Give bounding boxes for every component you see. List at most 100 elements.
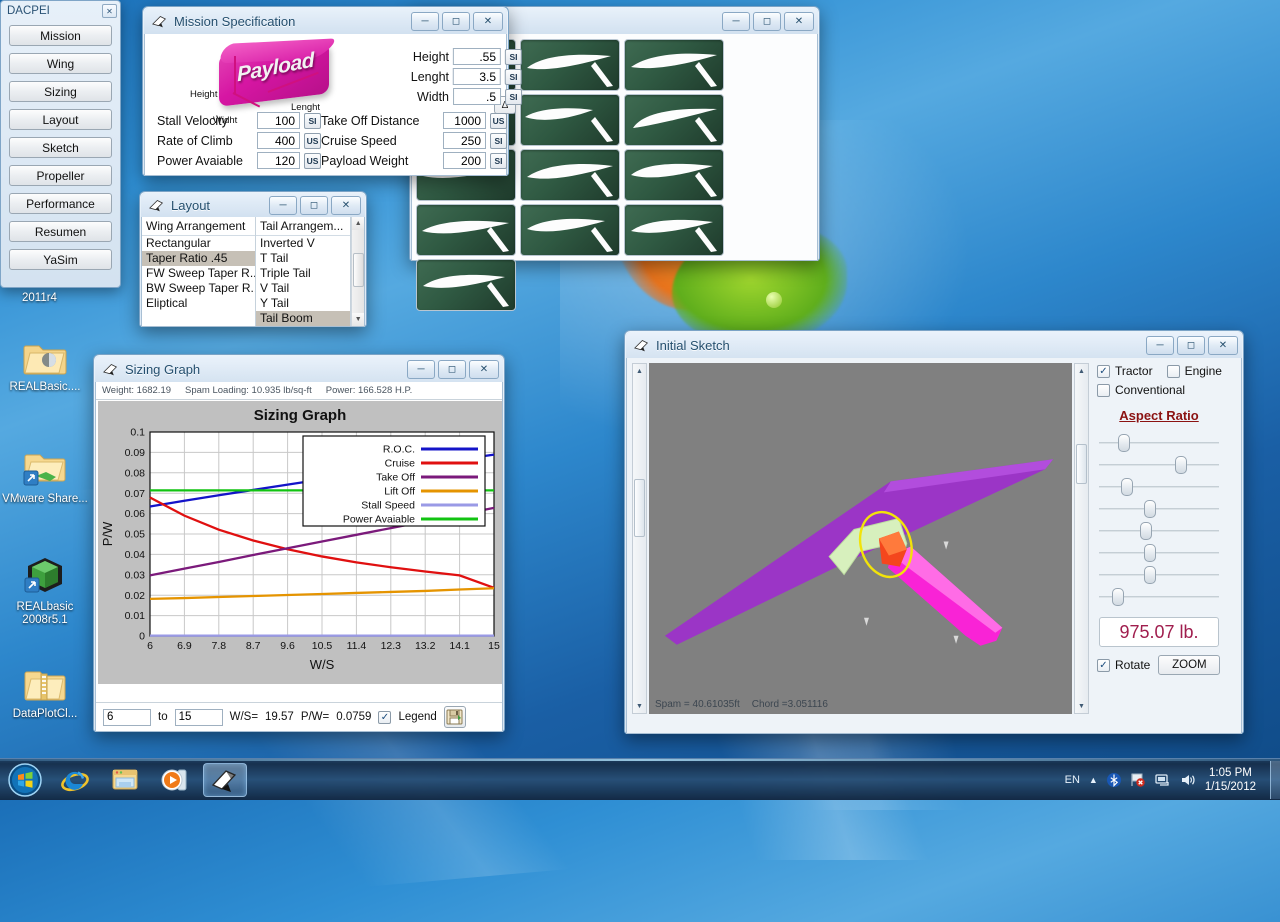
stall-velocity-input[interactable] bbox=[257, 112, 300, 129]
scroll-up-icon[interactable]: ▲ bbox=[1075, 364, 1088, 378]
checkbox-tractor[interactable]: ✓ Tractor bbox=[1097, 364, 1153, 378]
menu-button-sizing[interactable]: Sizing bbox=[9, 81, 112, 102]
layout-scrollbar[interactable]: ▲ ▼ bbox=[351, 217, 364, 326]
power-avaiable-input[interactable] bbox=[257, 152, 300, 169]
sizing-footer[interactable]: to W/S= 19.57 P/W= 0.0759 ✓ Legend bbox=[96, 702, 502, 731]
field-row-rate-of-climb[interactable]: Rate of Climb US bbox=[157, 132, 321, 149]
menu-button-layout[interactable]: Layout bbox=[9, 109, 112, 130]
slider-knob[interactable] bbox=[1118, 434, 1130, 452]
slider-track[interactable] bbox=[1099, 530, 1219, 532]
airfoil-tile[interactable] bbox=[520, 39, 620, 91]
list-item[interactable]: Eliptical bbox=[142, 296, 255, 311]
menu-button-mission[interactable]: Mission bbox=[9, 25, 112, 46]
cruise-speed-input[interactable] bbox=[443, 132, 486, 149]
list-item[interactable]: BW Sweep Taper R... bbox=[142, 281, 255, 296]
list-item[interactable]: T Tail bbox=[256, 251, 350, 266]
unit-toggle[interactable]: SI bbox=[490, 153, 507, 169]
system-tray[interactable]: EN ▲ 1:05 PM 1/15/2012 bbox=[1065, 766, 1264, 794]
menu-button-sketch[interactable]: Sketch bbox=[9, 137, 112, 158]
taskbar-item-dacpei[interactable] bbox=[203, 763, 247, 797]
tray-language[interactable]: EN bbox=[1065, 774, 1080, 786]
aspect-ratio-slider[interactable] bbox=[1097, 586, 1221, 608]
menu-button-propeller[interactable]: Propeller bbox=[9, 165, 112, 186]
taskbar-clock[interactable]: 1:05 PM 1/15/2012 bbox=[1205, 766, 1256, 794]
airfoil-tile[interactable] bbox=[624, 39, 724, 91]
close-icon[interactable]: ✕ bbox=[102, 4, 117, 18]
unit-toggle[interactable]: SI bbox=[490, 133, 507, 149]
taskbar-item-internet-explorer[interactable] bbox=[53, 763, 97, 797]
take-off-distance-input[interactable] bbox=[443, 112, 486, 129]
list-item[interactable]: Taper Ratio .45 bbox=[142, 251, 255, 266]
aspect-ratio-slider[interactable] bbox=[1097, 520, 1221, 542]
layout-window[interactable]: Layout ─ ◻ ✕ Wing Arrangement Rectangula… bbox=[139, 191, 367, 327]
list-item[interactable]: V Tail bbox=[256, 281, 350, 296]
menu-button-performance[interactable]: Performance bbox=[9, 193, 112, 214]
list-item[interactable]: FW Sweep Taper R... bbox=[142, 266, 255, 281]
sketch-window-buttons[interactable]: ─ ◻ ✕ bbox=[1146, 336, 1238, 355]
unit-toggle[interactable]: SI bbox=[505, 49, 522, 65]
field-row-power-avaiable[interactable]: Power Avaiable US bbox=[157, 152, 321, 169]
sizing-window-buttons[interactable]: ─ ◻ ✕ bbox=[407, 360, 499, 379]
taskbar-item-windows-explorer[interactable] bbox=[103, 763, 147, 797]
scrollbar-thumb[interactable] bbox=[353, 253, 364, 287]
desktop-icon-realbasic-folder[interactable]: REALBasic.... bbox=[0, 328, 90, 394]
checkbox-box[interactable]: ✓ bbox=[1097, 659, 1110, 672]
maximize-icon[interactable]: ◻ bbox=[438, 360, 466, 379]
checkbox-box[interactable]: ✓ bbox=[1097, 365, 1110, 378]
chevron-up-icon[interactable]: ▲ bbox=[1089, 775, 1098, 785]
lenght-input[interactable] bbox=[453, 68, 501, 85]
scrollbar-thumb[interactable] bbox=[1076, 444, 1087, 484]
menu-button-resumen[interactable]: Resumen bbox=[9, 221, 112, 242]
minimize-icon[interactable]: ─ bbox=[269, 196, 297, 215]
scrollbar-thumb[interactable] bbox=[634, 479, 645, 537]
aspect-ratio-slider[interactable] bbox=[1097, 564, 1221, 586]
network-icon[interactable] bbox=[1155, 772, 1171, 788]
slider-knob[interactable] bbox=[1112, 588, 1124, 606]
unit-toggle[interactable]: SI bbox=[304, 113, 321, 129]
airfoil-tile[interactable] bbox=[624, 204, 724, 256]
slider-knob[interactable] bbox=[1144, 500, 1156, 518]
width-input[interactable] bbox=[453, 88, 501, 105]
payload-weight-input[interactable] bbox=[443, 152, 486, 169]
maximize-icon[interactable]: ◻ bbox=[753, 12, 781, 31]
zoom-button[interactable]: ZOOM bbox=[1158, 655, 1220, 675]
unit-toggle[interactable]: US bbox=[490, 113, 507, 129]
list-item[interactable]: Inverted V bbox=[256, 236, 350, 251]
field-row-cruise-speed[interactable]: Cruise Speed SI bbox=[321, 132, 507, 149]
range-to-input[interactable] bbox=[175, 709, 223, 726]
unit-toggle[interactable]: SI bbox=[505, 69, 522, 85]
close-icon[interactable]: ✕ bbox=[1208, 336, 1238, 355]
dacpei-titlebar[interactable]: DACPEI ✕ bbox=[1, 1, 120, 21]
tail-arrangement-list[interactable]: Inverted VT TailTriple TailV TailY TailT… bbox=[256, 236, 350, 326]
scroll-down-icon[interactable]: ▼ bbox=[352, 313, 364, 326]
list-item[interactable]: Y Tail bbox=[256, 296, 350, 311]
mission-specification-window[interactable]: Mission Specification ─ ◻ ✕ Payload Heig… bbox=[142, 6, 509, 176]
slider-knob[interactable] bbox=[1121, 478, 1133, 496]
checkbox-rotate[interactable]: ✓ Rotate bbox=[1097, 658, 1150, 672]
minimize-icon[interactable]: ─ bbox=[411, 12, 439, 31]
slider-track[interactable] bbox=[1099, 508, 1219, 510]
aspect-ratio-slider[interactable] bbox=[1097, 498, 1221, 520]
sizing-titlebar[interactable]: Sizing Graph ─ ◻ ✕ bbox=[95, 356, 503, 382]
airfoil-tile[interactable] bbox=[624, 149, 724, 201]
close-icon[interactable]: ✕ bbox=[473, 12, 503, 31]
field-row-take-off-distance[interactable]: Take Off Distance US bbox=[321, 112, 507, 129]
sketch-titlebar[interactable]: Initial Sketch ─ ◻ ✕ bbox=[626, 332, 1242, 358]
scroll-down-icon[interactable]: ▼ bbox=[633, 699, 646, 713]
layout-titlebar[interactable]: Layout ─ ◻ ✕ bbox=[141, 193, 365, 217]
slider-track[interactable] bbox=[1099, 442, 1219, 444]
slider-knob[interactable] bbox=[1175, 456, 1187, 474]
airfoil-tile[interactable] bbox=[416, 259, 516, 311]
desktop-icon-realbasic-2008[interactable]: REALbasic 2008r5.1 bbox=[0, 548, 90, 627]
field-row-width[interactable]: Width SI bbox=[417, 88, 522, 105]
field-row-lenght[interactable]: Lenght SI bbox=[411, 68, 522, 85]
minimize-icon[interactable]: ─ bbox=[722, 12, 750, 31]
rate-of-climb-input[interactable] bbox=[257, 132, 300, 149]
airfoil-tile[interactable] bbox=[520, 94, 620, 146]
unit-toggle[interactable]: SI bbox=[505, 89, 522, 105]
sketch-3d-viewport[interactable]: Spam = 40.61035ft Chord =3.051116 bbox=[649, 363, 1072, 714]
airfoil-tile[interactable] bbox=[520, 204, 620, 256]
aspect-ratio-slider[interactable] bbox=[1097, 454, 1221, 476]
airfoil-window-buttons[interactable]: ─ ◻ ✕ bbox=[722, 12, 814, 31]
tail-arrangement-column[interactable]: Tail Arrangem... Inverted VT TailTriple … bbox=[256, 217, 351, 326]
